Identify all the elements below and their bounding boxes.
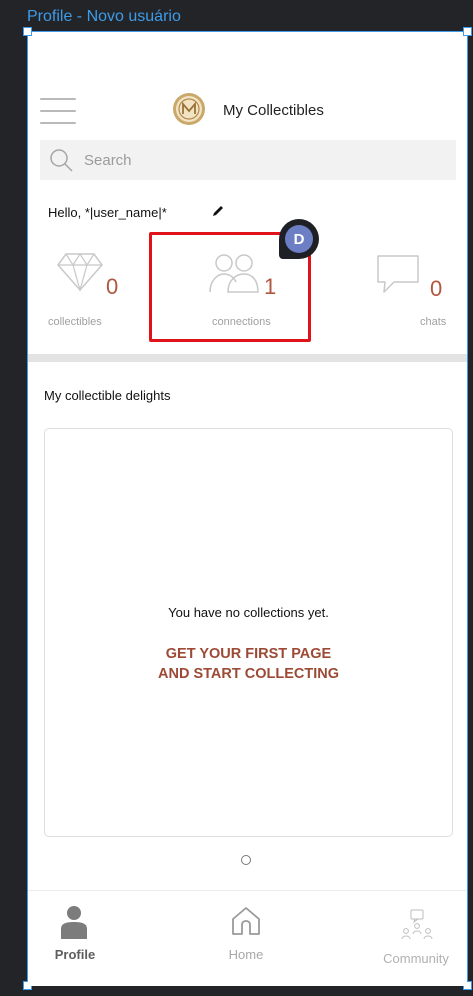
greeting-text: Hello, *|user_name|* [48, 205, 167, 220]
nav-label: Profile [54, 947, 96, 962]
app-header: My Collectibles [28, 92, 467, 132]
app-title: My Collectibles [223, 102, 324, 119]
stat-label: chats [420, 316, 447, 328]
empty-state-text: You have no collections yet. [168, 605, 329, 620]
collections-card: You have no collections yet. GET YOUR FI… [44, 428, 453, 837]
stat-count: 0 [106, 274, 119, 299]
stat-label: connections [212, 316, 271, 328]
nav-profile[interactable]: Profile [30, 891, 120, 987]
menu-icon[interactable] [40, 98, 76, 124]
person-icon [61, 906, 87, 939]
chat-bubble-icon [377, 255, 419, 293]
frame-title: Profile - Novo usuário [27, 8, 181, 25]
stat-connections[interactable]: 1 connections [178, 252, 318, 332]
resize-handle-top-right[interactable] [463, 27, 472, 36]
avatar-letter: D [285, 225, 313, 253]
stat-count: 1 [264, 274, 277, 299]
page-indicator-dot[interactable] [241, 855, 251, 865]
bottom-nav: Profile Home Community [28, 890, 467, 986]
logo-icon [173, 93, 205, 125]
search-input[interactable] [84, 151, 424, 169]
user-avatar[interactable]: D [279, 219, 319, 259]
diamond-icon [57, 252, 103, 292]
stat-chats[interactable]: 0 chats [348, 252, 468, 332]
nav-label: Home [228, 947, 264, 962]
cta-line-1: GET YOUR FIRST PAGE [165, 646, 332, 662]
stat-count: 0 [430, 276, 443, 301]
people-icon [209, 254, 259, 293]
pencil-icon[interactable] [211, 204, 225, 218]
section-divider [28, 354, 467, 362]
search-bar [40, 140, 456, 180]
home-icon [232, 907, 260, 935]
start-collecting-link[interactable]: GET YOUR FIRST PAGE AND START COLLECTING [45, 644, 452, 684]
resize-handle-top-left[interactable] [23, 27, 32, 36]
stat-collectibles[interactable]: 0 collectibles [28, 252, 158, 332]
community-icon [401, 909, 433, 940]
nav-home[interactable]: Home [201, 891, 291, 987]
section-title: My collectible delights [44, 388, 171, 403]
nav-label: Community [383, 951, 449, 966]
stat-label: collectibles [48, 316, 102, 328]
phone-frame: My Collectibles Hello, *|user_name|* 0 c… [23, 27, 472, 990]
nav-community[interactable]: Community [366, 891, 466, 987]
search-icon [50, 149, 73, 172]
cta-line-2: AND START COLLECTING [158, 666, 339, 682]
